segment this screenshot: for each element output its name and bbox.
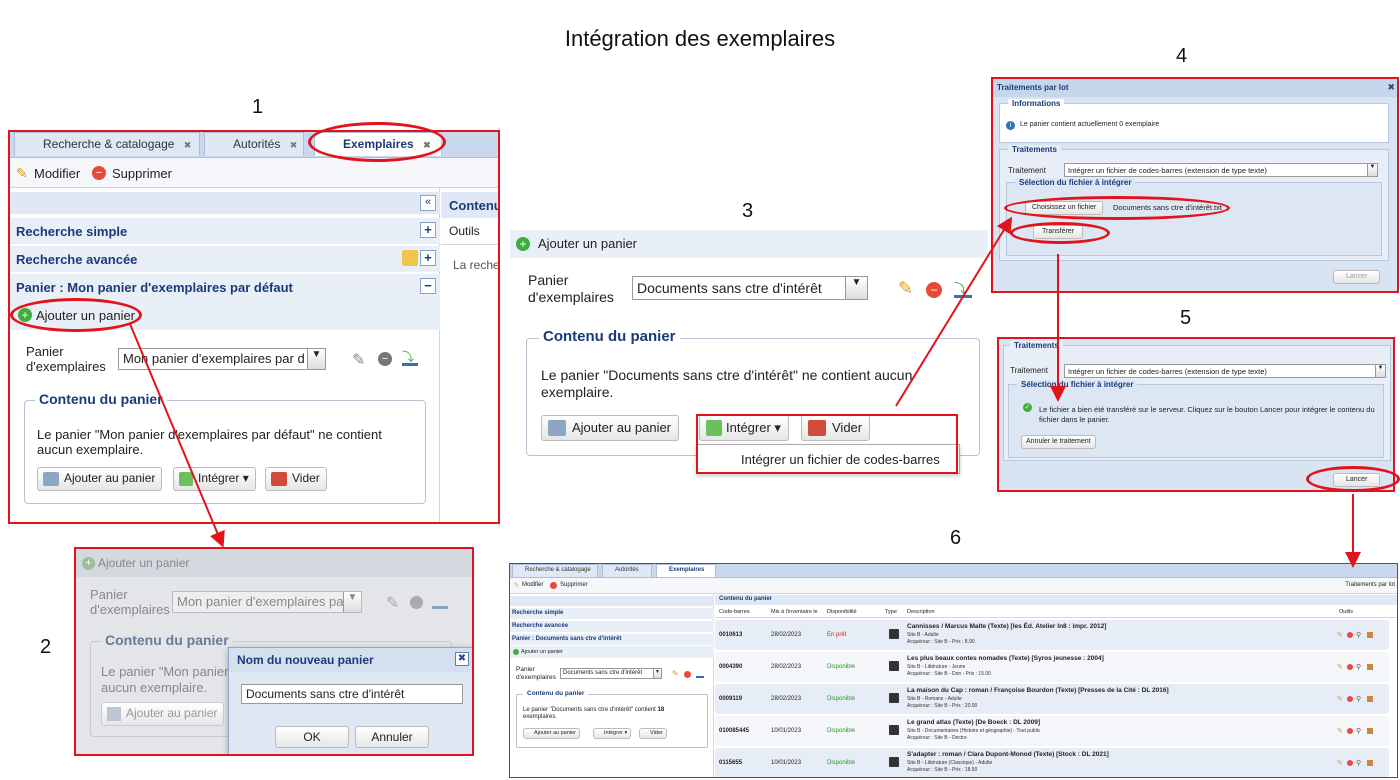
arrow-3-to-4 [895,216,1013,407]
arrow-1-to-2 [129,323,225,548]
flow-arrows [129,216,1361,568]
